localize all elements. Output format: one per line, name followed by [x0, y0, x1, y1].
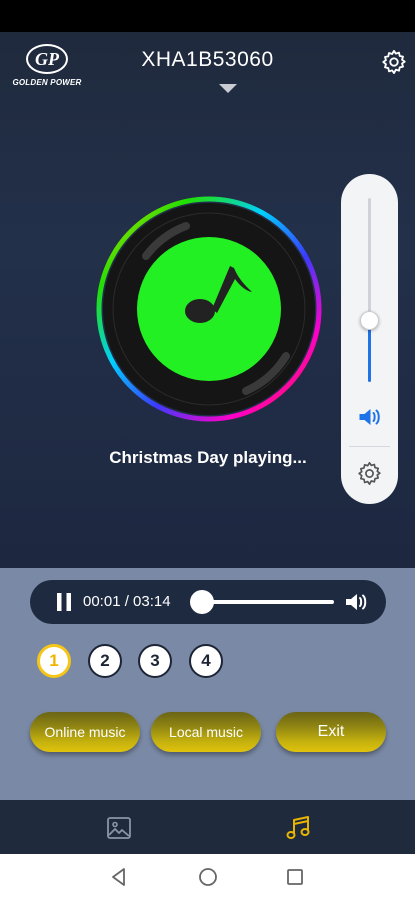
online-music-button[interactable]: Online music — [30, 712, 140, 752]
logo-name: GOLDEN POWER — [12, 78, 82, 87]
gear-icon[interactable] — [380, 48, 408, 76]
status-bar — [0, 0, 415, 32]
exit-button[interactable]: Exit — [276, 712, 386, 752]
gear-icon[interactable] — [356, 460, 383, 487]
image-icon[interactable] — [106, 816, 132, 840]
volume-thumb[interactable] — [360, 311, 379, 330]
vinyl-disc — [96, 196, 322, 422]
playlist-button-4[interactable]: 4 — [189, 644, 223, 678]
now-playing-text: Christmas Day playing... — [109, 448, 307, 467]
device-title[interactable]: XHA1B53060 — [0, 48, 415, 72]
speaker-icon[interactable] — [357, 406, 382, 428]
speaker-icon[interactable] — [344, 591, 368, 613]
controls-panel: 00:01 / 03:14 1 2 3 4 Online music Local… — [0, 568, 415, 800]
volume-divider — [349, 446, 390, 447]
bottom-nav — [0, 800, 415, 854]
back-triangle-icon[interactable] — [108, 866, 130, 888]
playlist-button-1[interactable]: 1 — [37, 644, 71, 678]
seek-track[interactable] — [204, 600, 334, 604]
player-screen: GP GOLDEN POWER XHA1B53060 Christmas Day… — [0, 32, 415, 568]
system-navigation-bar — [0, 854, 415, 900]
recent-square-icon[interactable] — [286, 868, 304, 886]
playlist-button-3[interactable]: 3 — [138, 644, 172, 678]
pause-icon[interactable] — [56, 593, 72, 611]
device-dropdown-icon[interactable] — [219, 84, 237, 93]
playback-time: 00:01 / 03:14 — [83, 593, 171, 610]
music-note-icon[interactable] — [284, 814, 312, 842]
home-circle-icon[interactable] — [198, 867, 218, 887]
playlist-button-2[interactable]: 2 — [88, 644, 122, 678]
local-music-button[interactable]: Local music — [151, 712, 261, 752]
volume-panel — [341, 174, 398, 504]
seek-thumb[interactable] — [190, 590, 214, 614]
playback-bar: 00:01 / 03:14 — [30, 580, 386, 624]
